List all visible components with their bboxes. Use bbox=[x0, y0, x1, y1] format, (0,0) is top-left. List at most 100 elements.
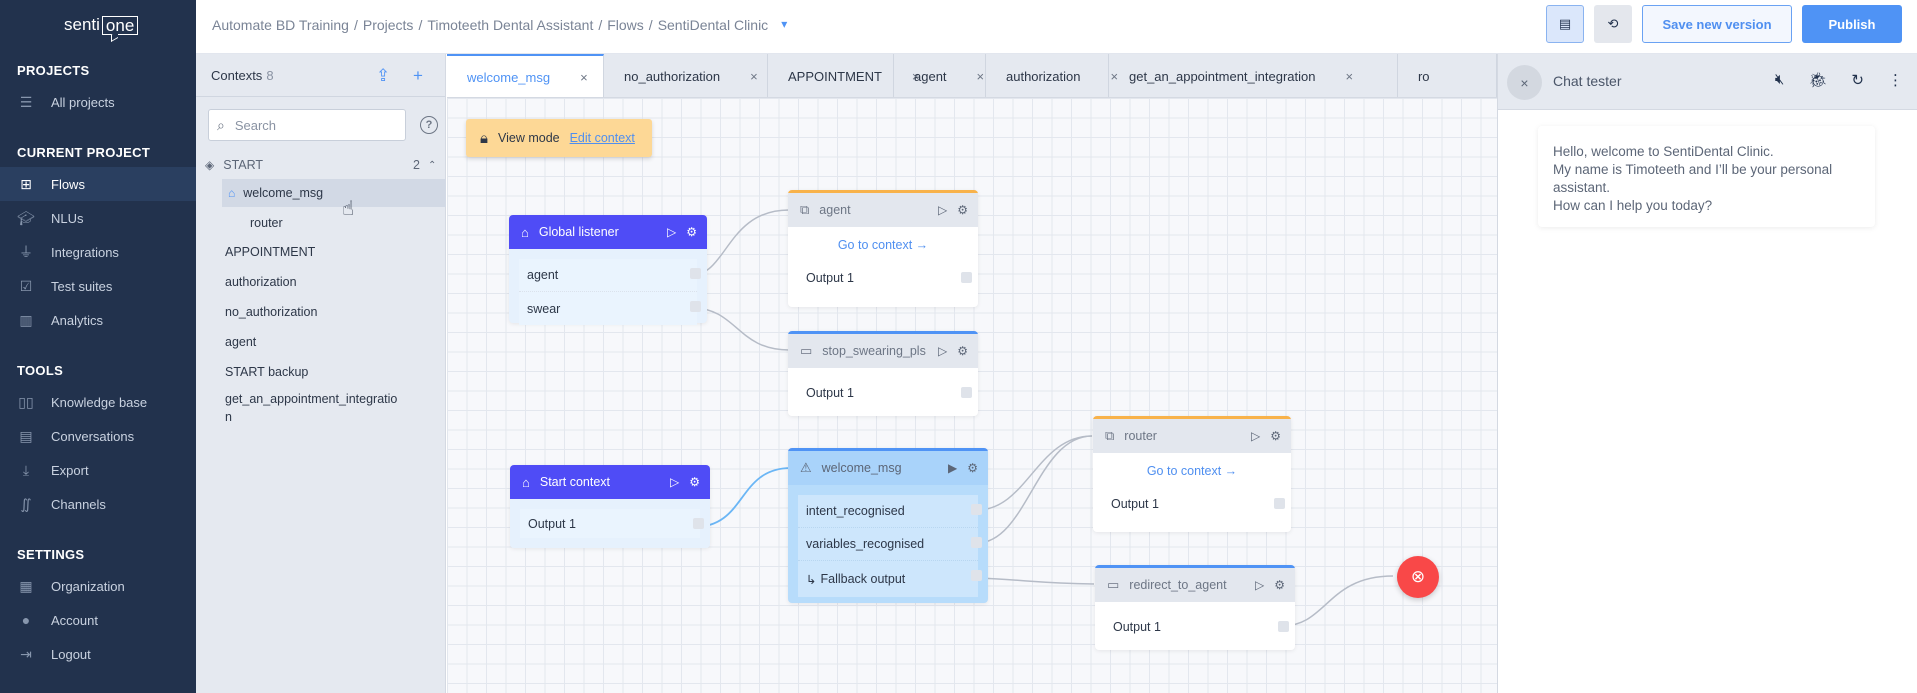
gear-icon[interactable]: ⚙ bbox=[957, 203, 968, 217]
tab-router[interactable]: ro bbox=[1398, 54, 1497, 97]
flow-canvas[interactable]: 🔒︎ View mode Edit context ⌂ Global listen… bbox=[447, 98, 1497, 693]
play-icon[interactable]: ▷ bbox=[1251, 429, 1260, 443]
context-item-label: welcome_msg bbox=[243, 186, 324, 200]
play-icon[interactable]: ▷ bbox=[938, 203, 947, 217]
context-item-welcome-msg[interactable]: ⌂ welcome_msg bbox=[222, 179, 446, 207]
breadcrumb-item[interactable]: Automate BD Training bbox=[212, 17, 349, 33]
sentione-logo[interactable]: senti one bbox=[64, 13, 139, 37]
go-to-context-link[interactable]: Go to context → bbox=[788, 227, 978, 263]
nav-item-nlus[interactable]: 🎓︎ NLUs bbox=[0, 201, 196, 235]
nav-item-test-suites[interactable]: ☑ Test suites bbox=[0, 269, 196, 303]
output-port[interactable] bbox=[693, 518, 704, 529]
node-welcome-msg[interactable]: ⚠︎ welcome_msg ▶ ⚙ intent_recognised variab… bbox=[788, 448, 988, 603]
save-new-version-button[interactable]: Save new version bbox=[1642, 5, 1792, 43]
tab-agent[interactable]: agent × bbox=[894, 54, 986, 97]
output-label: swear bbox=[527, 301, 561, 316]
gear-icon[interactable]: ⚙ bbox=[967, 461, 978, 475]
play-icon[interactable]: ▷ bbox=[667, 225, 676, 239]
nav-item-analytics[interactable]: ▥ Analytics bbox=[0, 303, 196, 337]
nav-item-conversations[interactable]: ▤ Conversations bbox=[0, 419, 196, 453]
help-icon[interactable]: ? bbox=[420, 116, 438, 134]
upload-icon[interactable]: ⇪ bbox=[376, 66, 390, 86]
nav-item-organization[interactable]: ▦ Organization bbox=[0, 569, 196, 603]
message-line: Hello, welcome to SentiDental Clinic. bbox=[1553, 144, 1774, 159]
tab-no-authorization[interactable]: no_authorization × bbox=[604, 54, 768, 97]
context-search-input[interactable]: ⌕ Search bbox=[208, 109, 406, 141]
close-tab-icon[interactable]: × bbox=[580, 70, 588, 85]
history-icon: ⟲ bbox=[1607, 16, 1619, 31]
more-vertical-icon[interactable]: ⋮ bbox=[1888, 71, 1903, 89]
output-port[interactable] bbox=[961, 272, 972, 283]
node-title: router bbox=[1124, 429, 1157, 443]
node-router[interactable]: ⧉ router ▷ ⚙ Go to context → Output 1 bbox=[1093, 416, 1291, 532]
node-output: Output 1 bbox=[1105, 612, 1289, 641]
context-item-get-an-appointment-integration[interactable]: get_an_appointment_integratio n bbox=[196, 390, 446, 426]
output-label: Output 1 bbox=[528, 516, 576, 531]
chat-tester-toggle-button[interactable]: ▤ bbox=[1546, 5, 1584, 43]
node-start-context[interactable]: ⌂ Start context ▷ ⚙ Output 1 bbox=[510, 465, 710, 548]
chevron-up-icon[interactable]: ⌃ bbox=[428, 160, 436, 171]
close-chat-button[interactable]: × bbox=[1507, 65, 1542, 100]
gear-icon[interactable]: ⚙ bbox=[686, 225, 697, 239]
context-item-agent[interactable]: agent bbox=[196, 328, 446, 356]
breadcrumb-item[interactable]: SentiDental Clinic bbox=[658, 17, 769, 33]
breadcrumb-item[interactable]: Timoteeth Dental Assistant bbox=[427, 17, 593, 33]
tab-authorization[interactable]: authorization × bbox=[986, 54, 1118, 97]
context-item-authorization[interactable]: authorization bbox=[196, 268, 446, 296]
nav-item-flows[interactable]: ⊞ Flows bbox=[0, 167, 196, 201]
publish-button[interactable]: Publish bbox=[1802, 5, 1902, 43]
context-item-label: no_authorization bbox=[225, 305, 318, 319]
nav-item-all-projects[interactable]: ☰ All projects bbox=[0, 85, 196, 119]
output-port[interactable] bbox=[971, 504, 982, 515]
restart-icon[interactable]: ↻ bbox=[1851, 71, 1864, 89]
version-history-button[interactable]: ⟲ bbox=[1594, 5, 1632, 43]
nav-item-integrations[interactable]: ⏚ Integrations bbox=[0, 235, 196, 269]
bug-icon[interactable]: 🐞︎ bbox=[1808, 71, 1827, 89]
context-group-start[interactable]: ◈ START 2 ⌃ bbox=[196, 151, 446, 179]
nav-item-account[interactable]: ● Account bbox=[0, 603, 196, 637]
node-stop-swearing-pls[interactable]: ▭ stop_swearing_pls ▷ ⚙ Output 1 bbox=[788, 331, 978, 416]
play-icon[interactable]: ▷ bbox=[670, 475, 679, 489]
output-port[interactable] bbox=[971, 537, 982, 548]
play-icon[interactable]: ▷ bbox=[938, 344, 947, 358]
nav-item-knowledge-base[interactable]: ▯▯ Knowledge base bbox=[0, 385, 196, 419]
play-icon[interactable]: ▶ bbox=[948, 461, 957, 475]
nav-item-export[interactable]: ⤓ Export bbox=[0, 453, 196, 487]
context-item-appointment[interactable]: APPOINTMENT bbox=[196, 238, 446, 266]
edit-context-link[interactable]: Edit context bbox=[570, 131, 635, 145]
add-context-icon[interactable]: + bbox=[413, 66, 423, 86]
nav-item-channels[interactable]: ∬ Channels bbox=[0, 487, 196, 521]
context-item-start-backup[interactable]: START backup bbox=[196, 358, 446, 386]
close-tab-icon[interactable]: × bbox=[977, 69, 985, 84]
node-global-listener[interactable]: ⌂ Global listener ▷ ⚙ agent swear bbox=[509, 215, 707, 325]
output-port[interactable] bbox=[1274, 498, 1285, 509]
breadcrumb-item[interactable]: Projects bbox=[363, 17, 414, 33]
node-redirect-to-agent[interactable]: ▭ redirect_to_agent ▷ ⚙ Output 1 bbox=[1095, 565, 1295, 650]
output-port[interactable] bbox=[971, 570, 982, 581]
context-item-router[interactable]: router bbox=[196, 209, 446, 237]
mute-icon[interactable]: 🔇︎ bbox=[1775, 71, 1784, 89]
breadcrumb-item[interactable]: Flows bbox=[607, 17, 644, 33]
nav-item-logout[interactable]: ⇥ Logout bbox=[0, 637, 196, 671]
tab-welcome-msg[interactable]: welcome_msg × bbox=[447, 54, 604, 97]
context-item-no-authorization[interactable]: no_authorization bbox=[196, 298, 446, 326]
nav-item-label: Integrations bbox=[51, 244, 119, 260]
gear-icon[interactable]: ⚙ bbox=[1270, 429, 1281, 443]
output-port[interactable] bbox=[961, 387, 972, 398]
gear-icon[interactable]: ⚙ bbox=[689, 475, 700, 489]
context-group-label: START bbox=[223, 158, 264, 172]
go-to-context-link[interactable]: Go to context → bbox=[1093, 453, 1291, 489]
output-port[interactable] bbox=[1278, 621, 1289, 632]
gear-icon[interactable]: ⚙ bbox=[1274, 578, 1285, 592]
output-port[interactable] bbox=[690, 268, 701, 279]
close-tab-icon[interactable]: × bbox=[750, 69, 758, 84]
output-port[interactable] bbox=[690, 301, 701, 312]
close-tab-icon[interactable]: × bbox=[1345, 69, 1353, 84]
tab-get-an-appointment-integration[interactable]: get_an_appointment_integration × bbox=[1109, 54, 1398, 97]
gear-icon[interactable]: ⚙ bbox=[957, 344, 968, 358]
play-icon[interactable]: ▷ bbox=[1255, 578, 1264, 592]
node-agent[interactable]: ⧉ agent ▷ ⚙ Go to context → Output 1 bbox=[788, 190, 978, 307]
chevron-down-icon[interactable]: ▾ bbox=[781, 17, 787, 33]
tab-appointment[interactable]: APPOINTMENT × bbox=[768, 54, 920, 97]
end-conversation-node[interactable]: ⊗ bbox=[1397, 556, 1439, 598]
